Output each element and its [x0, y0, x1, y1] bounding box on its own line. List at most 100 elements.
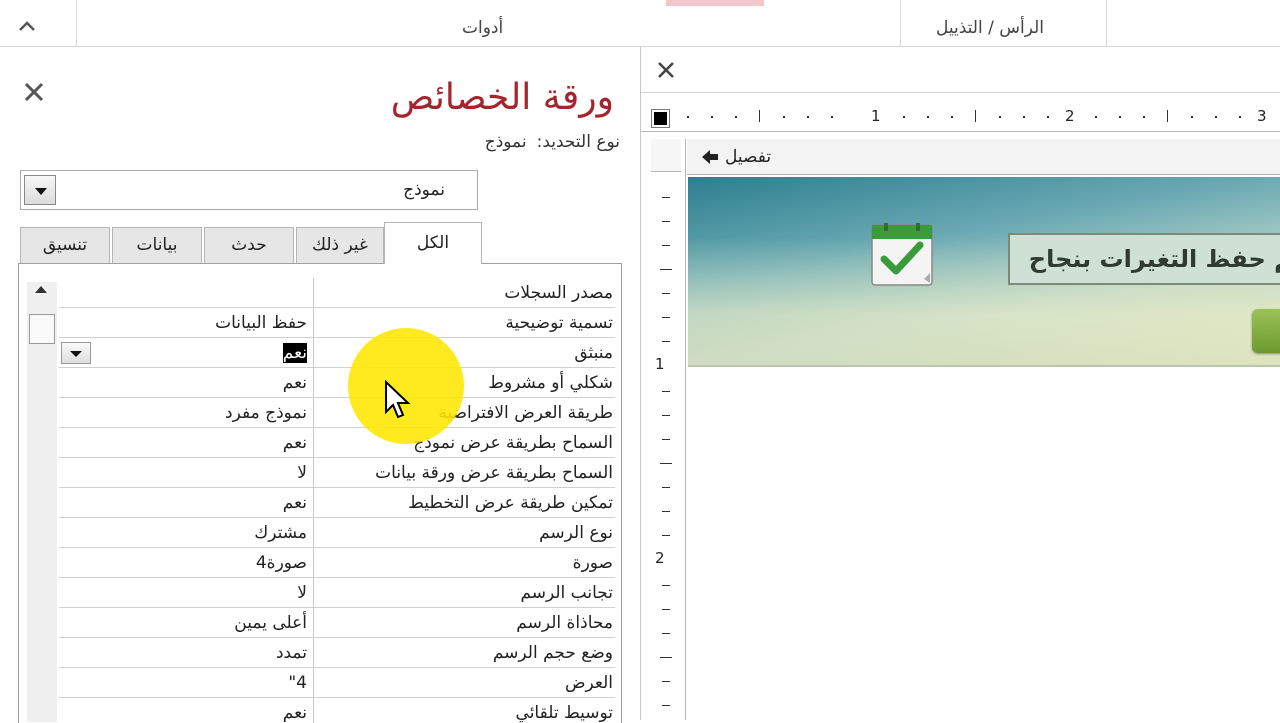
- property-sheet-title: ورقة الخصائص: [390, 77, 614, 118]
- property-name: طريقة العرض الافتراضية: [313, 398, 615, 427]
- collapse-ribbon-icon[interactable]: [18, 18, 36, 34]
- ruler-tick: [662, 317, 670, 318]
- ruler-tick: [662, 439, 670, 440]
- property-row[interactable]: توسيط تلقائي نعم: [59, 698, 615, 723]
- property-name: السماح بطريقة عرض نموذج: [313, 428, 615, 457]
- property-row[interactable]: شكلي أو مشروط نعم: [59, 368, 615, 398]
- horizontal-ruler[interactable]: 1 2 3: [641, 101, 1280, 132]
- property-name: وضع حجم الرسم: [313, 638, 615, 667]
- tab-format[interactable]: تنسيق: [20, 227, 110, 263]
- property-name: منبثق: [313, 338, 615, 367]
- divider: [641, 92, 1280, 93]
- property-value[interactable]: 4": [59, 668, 311, 697]
- property-name: صورة: [313, 548, 615, 577]
- property-value[interactable]: تمدد: [59, 638, 311, 667]
- property-value[interactable]: نعم: [59, 428, 311, 457]
- selection-type-label: نوع التحديد:: [536, 132, 620, 152]
- property-value[interactable]: حفظ البيانات: [59, 308, 311, 337]
- property-row[interactable]: نوع الرسم مشترك: [59, 518, 615, 548]
- section-bar-detail[interactable]: تفصيل: [687, 139, 1280, 175]
- ruler-tick: [662, 391, 670, 392]
- ruler-tick: [660, 657, 672, 658]
- property-row[interactable]: مصدر السجلات: [59, 278, 615, 308]
- property-sheet-pane: ورقة الخصائص نوع التحديد: نموذج نموذج تنس…: [0, 47, 640, 723]
- property-value[interactable]: صورة4: [59, 548, 311, 577]
- object-select-value: نموذج: [403, 180, 445, 200]
- selection-type-value: نموذج: [484, 132, 527, 152]
- ruler-dot: [1095, 116, 1097, 118]
- ruler-number: 3: [1257, 107, 1267, 125]
- ruler-tick: [662, 681, 670, 682]
- vertical-ruler[interactable]: 1 2: [651, 139, 686, 720]
- detail-section[interactable]: تم حفظ التغيرات بنجاح: [688, 177, 1280, 367]
- property-value[interactable]: لا: [59, 458, 311, 487]
- property-row[interactable]: السماح بطريقة عرض ورقة بيانات لا: [59, 458, 615, 488]
- property-row[interactable]: طريقة العرض الافتراضية نموذج مفرد: [59, 398, 615, 428]
- tab-event[interactable]: حدث: [204, 227, 294, 263]
- ruler-dot: [1215, 116, 1217, 118]
- property-value[interactable]: لا: [59, 578, 311, 607]
- property-value[interactable]: أعلى يمين: [59, 608, 311, 637]
- property-row[interactable]: صورة صورة4: [59, 548, 615, 578]
- check-icon[interactable]: [870, 223, 934, 287]
- scroll-thumb[interactable]: [29, 314, 55, 344]
- ruler-dot: [1119, 116, 1121, 118]
- property-value[interactable]: مشترك: [59, 518, 311, 547]
- ruler-dot: [1023, 116, 1025, 118]
- close-form-button[interactable]: [1252, 309, 1280, 353]
- ruler-dot: [711, 116, 713, 118]
- property-row[interactable]: محاذاة الرسم أعلى يمين: [59, 608, 615, 638]
- ruler-tick: [662, 221, 670, 222]
- ruler-dot: [687, 116, 689, 118]
- property-row[interactable]: منبثق نعم: [59, 338, 615, 368]
- property-value-selected[interactable]: نعم: [59, 338, 311, 367]
- ribbon-group-tools: أدوات: [462, 18, 504, 38]
- property-row[interactable]: تمكين طريقة عرض التخطيط نعم: [59, 488, 615, 518]
- form-selector[interactable]: [651, 109, 670, 128]
- tab-all[interactable]: الكل: [384, 222, 482, 264]
- dropdown-button[interactable]: [24, 175, 56, 205]
- ruler-tick: [660, 269, 672, 270]
- property-name: تسمية توضيحية: [313, 308, 615, 337]
- tab-data[interactable]: بيانات: [112, 227, 202, 263]
- property-value[interactable]: نعم: [59, 368, 311, 397]
- section-selector[interactable]: [651, 139, 681, 172]
- section-label: تفصيل: [725, 147, 772, 167]
- property-row[interactable]: وضع حجم الرسم تمدد: [59, 638, 615, 668]
- close-icon[interactable]: [655, 59, 677, 81]
- object-select[interactable]: نموذج: [20, 170, 478, 210]
- ruler-dot: [1143, 116, 1145, 118]
- ruler-number: 2: [655, 549, 665, 567]
- property-value[interactable]: نعم: [59, 698, 311, 723]
- property-name: محاذاة الرسم: [313, 608, 615, 637]
- ruler-number: 2: [1065, 107, 1075, 125]
- ruler-dot: [951, 116, 953, 118]
- property-row[interactable]: السماح بطريقة عرض نموذج نعم: [59, 428, 615, 458]
- property-row[interactable]: تجانب الرسم لا: [59, 578, 615, 608]
- row-dropdown-button[interactable]: [61, 342, 91, 364]
- close-icon[interactable]: [22, 80, 46, 104]
- ruler-dot: [807, 116, 809, 118]
- property-row[interactable]: تسمية توضيحية حفظ البيانات: [59, 308, 615, 338]
- message-label[interactable]: تم حفظ التغيرات بنجاح: [1008, 233, 1280, 285]
- ruler-tick: [662, 511, 670, 512]
- property-value[interactable]: نعم: [59, 488, 311, 517]
- property-value[interactable]: نموذج مفرد: [59, 398, 311, 427]
- ruler-tick: [662, 705, 670, 706]
- ruler-number: 1: [655, 355, 665, 373]
- scroll-up-icon[interactable]: [35, 286, 47, 293]
- tab-other[interactable]: غير ذلك: [296, 227, 384, 263]
- property-value[interactable]: [59, 278, 311, 307]
- selection-type: نوع التحديد: نموذج: [475, 132, 620, 152]
- property-name: مصدر السجلات: [313, 278, 615, 307]
- selected-value-text: نعم: [282, 343, 307, 363]
- vertical-scrollbar[interactable]: [27, 282, 57, 722]
- ruler-dot: [999, 116, 1001, 118]
- ruler-tick: [662, 415, 670, 416]
- ruler-dot: [903, 116, 905, 118]
- ribbon-separator: [76, 0, 77, 46]
- property-row[interactable]: العرض 4": [59, 668, 615, 698]
- ruler-tick: [662, 535, 670, 536]
- ruler-dot: [1239, 116, 1241, 118]
- ruler-tick: [662, 585, 670, 586]
